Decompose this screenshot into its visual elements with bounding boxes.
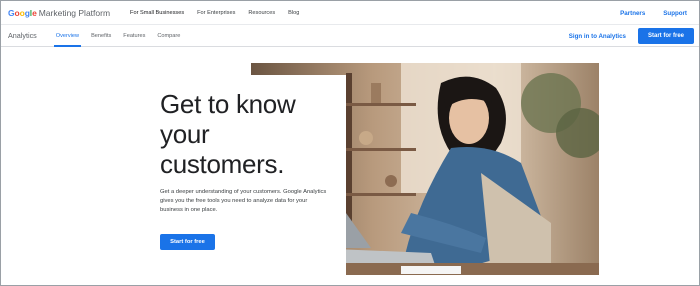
hero-description: Get a deeper understanding of your custo… [160,189,327,213]
global-header: Google Marketing Platform For Small Busi… [1,1,699,25]
header-links: Partners Support [620,1,687,25]
headline-line-2: your [160,119,210,149]
product-actions: Sign in to Analytics Start for free [569,28,694,44]
partners-link[interactable]: Partners [620,10,645,17]
nav-small-businesses[interactable]: For Small Businesses [130,10,184,16]
browser-frame: Google Marketing Platform For Small Busi… [0,0,700,286]
nav-blog[interactable]: Blog [288,10,299,16]
tab-overview[interactable]: Overview [53,25,82,47]
tab-compare[interactable]: Compare [157,25,180,47]
platform-name: Marketing Platform [38,7,111,18]
product-header: Analytics Overview Benefits Features Com… [1,25,699,47]
tab-features[interactable]: Features [123,25,145,47]
tab-benefits[interactable]: Benefits [91,25,111,47]
google-wordmark: Google [8,7,37,18]
product-tabs: Overview Benefits Features Compare [53,25,180,47]
hero-headline: Get to know your customers. [160,89,340,179]
start-free-header-button[interactable]: Start for free [637,28,694,44]
sign-in-link[interactable]: Sign in to Analytics [569,33,626,40]
nav-enterprises[interactable]: For Enterprises [197,10,235,16]
start-free-hero-button[interactable]: Start for free [160,234,215,250]
global-nav: For Small Businesses For Enterprises Res… [130,10,299,16]
google-marketing-platform-logo[interactable]: Google Marketing Platform [8,8,110,18]
nav-resources[interactable]: Resources [248,10,275,16]
support-link[interactable]: Support [663,10,687,17]
headline-line-3: customers. [160,149,285,179]
product-title[interactable]: Analytics [8,31,37,40]
headline-line-1: Get to know [160,89,296,119]
